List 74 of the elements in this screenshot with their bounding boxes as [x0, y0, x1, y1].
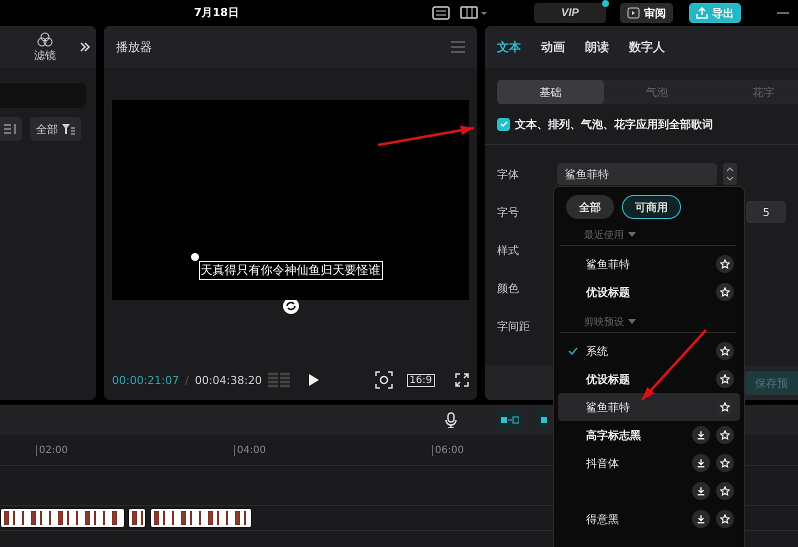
field-label: 样式 [497, 242, 520, 258]
font-select[interactable]: 鲨鱼菲特 [557, 163, 717, 185]
ruler-label: 04:00 [234, 444, 432, 456]
panel-title: 播放器 [116, 38, 152, 56]
font-name: 高字标志黑 [586, 428, 641, 442]
fullscreen-icon[interactable] [455, 373, 469, 387]
font-item[interactable]: 鲨鱼菲特 [558, 393, 740, 421]
tab[interactable]: 数字人 [619, 38, 675, 56]
filter-chip[interactable]: 全部 [566, 195, 614, 219]
download-icon[interactable] [692, 454, 710, 472]
font-name: 得意黑 [586, 512, 619, 526]
microphone-icon[interactable] [445, 412, 457, 428]
font-item[interactable]: 优设标题 [558, 365, 740, 393]
rotate-icon[interactable] [282, 298, 298, 314]
font-item[interactable]: 鲨鱼菲特 [558, 250, 740, 278]
font-name: 鲨鱼菲特 [586, 256, 630, 272]
font-name: 优设标题 [586, 284, 630, 300]
download-icon[interactable] [692, 426, 710, 444]
ruler-label: 02:00 [36, 444, 234, 456]
field-label: 字体 [497, 166, 520, 182]
expand-icon[interactable] [80, 42, 90, 52]
field-label: 字号 [497, 204, 520, 220]
layout-icon[interactable] [460, 6, 488, 20]
font-name: 优设标题 [586, 372, 630, 386]
menu-icon[interactable] [451, 41, 465, 53]
download-icon[interactable] [692, 482, 710, 500]
notification-dot [602, 0, 609, 7]
sub-tab[interactable]: 基础 [497, 80, 604, 104]
aspect-ratio-button[interactable]: 16:9 [406, 374, 435, 386]
time-separator: / [185, 374, 189, 386]
size-field[interactable]: 5 [746, 201, 786, 223]
subtitle-text[interactable]: 天真得只有你令神仙鱼归天要怪谁 [198, 261, 382, 280]
filter-button[interactable]: 全部 [30, 117, 81, 141]
download-icon[interactable] [692, 510, 710, 528]
filters-icon [37, 32, 53, 48]
window-title: 7月18日 [194, 5, 239, 20]
field-label: 字间距 [497, 318, 531, 334]
check-icon [568, 347, 578, 355]
vip-button[interactable]: VIP [534, 3, 606, 23]
review-button[interactable]: 审阅 [620, 3, 673, 23]
font-item[interactable]: 优设标题 [558, 278, 740, 306]
tab[interactable]: 动画 [531, 38, 575, 56]
filters-tab[interactable]: 滤镜 [34, 32, 56, 62]
filter-chip[interactable]: 可商用 [622, 195, 681, 219]
focus-icon[interactable] [374, 371, 393, 389]
tab[interactable]: 文本 [487, 38, 531, 56]
font-item[interactable]: 系统 [558, 337, 740, 365]
check-icon [500, 120, 508, 128]
font-name: 系统 [586, 344, 608, 358]
font-name: 抖音体 [586, 456, 619, 470]
font-item[interactable]: 得意黑 [558, 505, 740, 533]
checkbox-label: 文本、排列、气泡、花字应用到全部歌词 [515, 116, 713, 132]
audio-clip-drawing[interactable] [0, 508, 252, 528]
total-time: 00:04:38:20 [194, 374, 262, 386]
arrow-drawing [641, 329, 707, 401]
link-icon[interactable] [497, 410, 523, 430]
stepper-icon[interactable] [723, 163, 737, 185]
filter-icon [62, 123, 75, 135]
sort-button[interactable] [0, 117, 22, 141]
font-name: 鲨鱼菲特 [586, 400, 630, 414]
section-title: 最近使用 [584, 228, 624, 242]
section-title: 剪映预设 [584, 316, 624, 329]
current-time: 00:00:21:07 [112, 374, 180, 386]
caret-icon [628, 232, 636, 238]
field-label: 颜色 [497, 280, 520, 296]
video-icon [627, 7, 640, 19]
minimize-icon[interactable] [777, 11, 789, 15]
play-icon[interactable] [308, 373, 320, 387]
upload-icon [696, 7, 708, 19]
sort-icon [4, 123, 18, 135]
handle-icon[interactable] [190, 253, 198, 261]
caret-icon [628, 319, 636, 325]
tab[interactable]: 朗读 [575, 38, 619, 56]
checkbox[interactable] [497, 118, 510, 130]
